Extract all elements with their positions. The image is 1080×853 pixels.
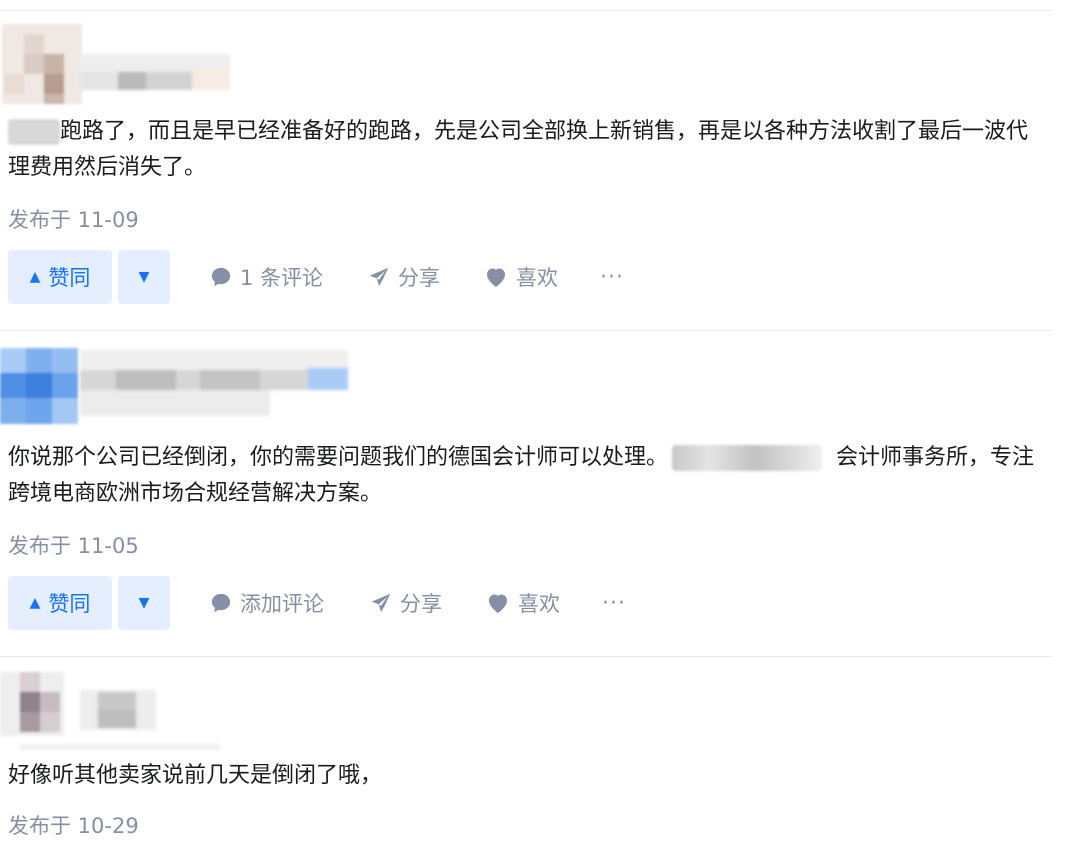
more-icon: ··· [602,590,626,616]
author-name[interactable] [80,350,348,416]
redacted-text [672,445,823,471]
author-name[interactable] [80,54,230,90]
divider [0,10,1052,11]
upvote-label: 赞同 [48,266,91,290]
more-icon: ··· [600,264,624,290]
action-bar: ▲ 赞同 ▼ 添加评论 分享 喜欢 ··· [8,576,708,630]
answer-text-before: 你说那个公司已经倒闭，你的需要问题我们的德国会计师可以处理。 [8,445,669,470]
avatar[interactable] [2,24,82,104]
answer-content: 跑路了，而且是早已经准备好的跑路，先是公司全部换上新销售，再是以各种方法收割了最… [8,114,1048,186]
divider [0,656,1052,657]
comment-label: 添加评论 [240,592,324,616]
share-icon [369,267,389,287]
downvote-button[interactable]: ▼ [118,576,170,630]
like-label: 喜欢 [518,592,560,616]
comment-button[interactable]: 1 条评论 [210,250,323,304]
like-button[interactable]: 喜欢 [484,250,558,304]
upvote-label: 赞同 [48,592,91,616]
action-bar: ▲ 赞同 ▼ 1 条评论 分享 喜欢 ··· [8,250,708,304]
comment-icon [211,593,231,613]
publish-time[interactable]: 发布于 10-29 [8,810,139,840]
author-info [0,348,400,428]
downvote-button[interactable]: ▼ [118,250,170,304]
triangle-up-icon: ▲ [29,269,41,285]
more-button[interactable]: ··· [602,576,626,630]
author-name[interactable] [80,690,156,730]
answer-item: 跑路了，而且是早已经准备好的跑路，先是公司全部换上新销售，再是以各种方法收割了最… [0,14,1060,324]
author-info [0,24,400,104]
triangle-down-icon: ▼ [138,269,150,285]
heart-icon [487,268,505,287]
like-button[interactable]: 喜欢 [486,576,560,630]
author-headline [20,744,220,750]
share-label: 分享 [400,592,442,616]
answer-item: 你说那个公司已经倒闭，你的需要问题我们的德国会计师可以处理。 会计师事务所，专注跨… [0,340,1060,650]
triangle-up-icon: ▲ [29,595,41,611]
more-button[interactable]: ··· [600,250,624,304]
divider [0,330,1052,331]
publish-time[interactable]: 发布于 11-05 [8,530,139,560]
triangle-down-icon: ▼ [138,595,150,611]
heart-icon [489,594,507,613]
answer-content: 你说那个公司已经倒闭，你的需要问题我们的德国会计师可以处理。 会计师事务所，专注跨… [8,440,1048,512]
share-icon [371,593,391,613]
avatar[interactable] [0,672,64,736]
share-button[interactable]: 分享 [370,576,442,630]
publish-time[interactable]: 发布于 11-09 [8,204,139,234]
share-label: 分享 [398,266,440,290]
upvote-button[interactable]: ▲ 赞同 [8,250,112,304]
author-info [0,672,400,752]
comment-icon [211,267,231,287]
answer-text: 跑路了，而且是早已经准备好的跑路，先是公司全部换上新销售，再是以各种方法收割了最… [8,119,1029,180]
avatar[interactable] [0,348,78,424]
comment-button[interactable]: 添加评论 [210,576,324,630]
answer-item: 好像听其他卖家说前几天是倒闭了哦， 发布于 10-29 [0,664,1060,853]
answer-content: 好像听其他卖家说前几天是倒闭了哦， [8,758,1048,794]
comment-label: 1 条评论 [240,266,324,290]
share-button[interactable]: 分享 [368,250,440,304]
answer-text: 好像听其他卖家说前几天是倒闭了哦， [8,763,383,788]
redacted-text [8,119,60,145]
like-label: 喜欢 [516,266,558,290]
upvote-button[interactable]: ▲ 赞同 [8,576,112,630]
